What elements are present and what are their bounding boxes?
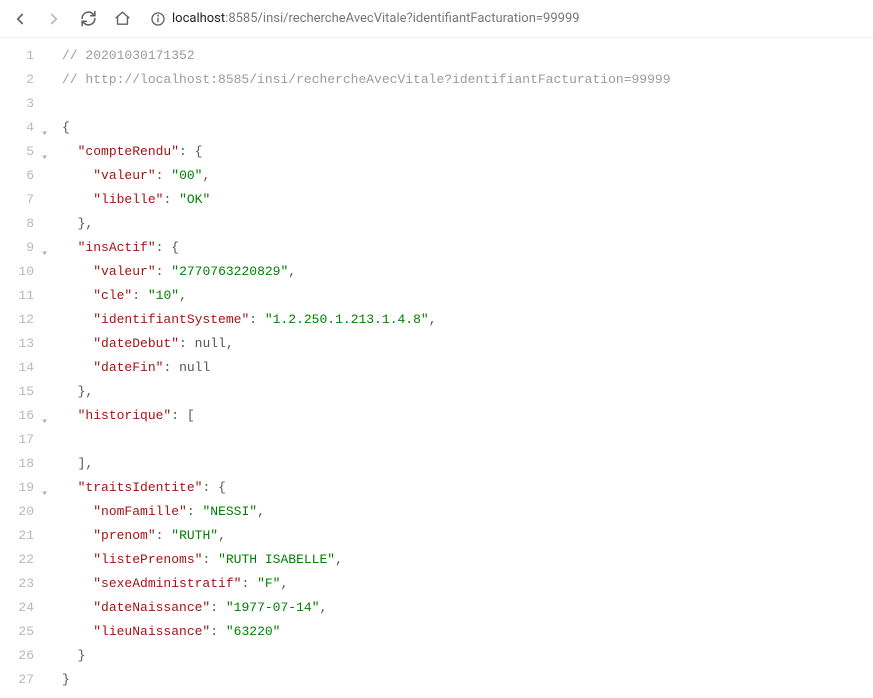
line-number[interactable]: 19 — [0, 476, 48, 500]
line-number[interactable]: 16 — [0, 404, 48, 428]
address-bar[interactable]: localhost:8585/insi/rechercheAvecVitale?… — [146, 11, 863, 27]
home-button[interactable] — [112, 9, 132, 29]
line-number: 10 — [0, 260, 48, 284]
line-number: 27 — [0, 668, 48, 692]
line-number: 18 — [0, 452, 48, 476]
address-url: localhost:8585/insi/rechercheAvecVitale?… — [172, 11, 580, 26]
code-content[interactable]: // 20201030171352// http://localhost:858… — [48, 38, 671, 698]
line-number: 12 — [0, 308, 48, 332]
line-number[interactable]: 5 — [0, 140, 48, 164]
back-button[interactable] — [10, 9, 30, 29]
line-number: 25 — [0, 620, 48, 644]
reload-button[interactable] — [78, 9, 98, 29]
line-number: 20 — [0, 500, 48, 524]
line-number: 23 — [0, 572, 48, 596]
line-number: 14 — [0, 356, 48, 380]
line-number: 3 — [0, 92, 48, 116]
line-number: 21 — [0, 524, 48, 548]
line-number: 15 — [0, 380, 48, 404]
forward-button[interactable] — [44, 9, 64, 29]
line-number: 2 — [0, 68, 48, 92]
browser-toolbar: localhost:8585/insi/rechercheAvecVitale?… — [0, 0, 873, 38]
line-number: 6 — [0, 164, 48, 188]
line-number: 8 — [0, 212, 48, 236]
line-number: 22 — [0, 548, 48, 572]
line-number: 26 — [0, 644, 48, 668]
line-number[interactable]: 4 — [0, 116, 48, 140]
line-number-gutter: 1234567891011121314151617181920212223242… — [0, 38, 48, 698]
line-number: 13 — [0, 332, 48, 356]
line-number: 11 — [0, 284, 48, 308]
info-icon[interactable] — [150, 11, 166, 27]
line-number: 24 — [0, 596, 48, 620]
line-number[interactable]: 9 — [0, 236, 48, 260]
line-number: 17 — [0, 428, 48, 452]
json-viewer: 1234567891011121314151617181920212223242… — [0, 38, 873, 698]
line-number: 7 — [0, 188, 48, 212]
line-number: 1 — [0, 44, 48, 68]
